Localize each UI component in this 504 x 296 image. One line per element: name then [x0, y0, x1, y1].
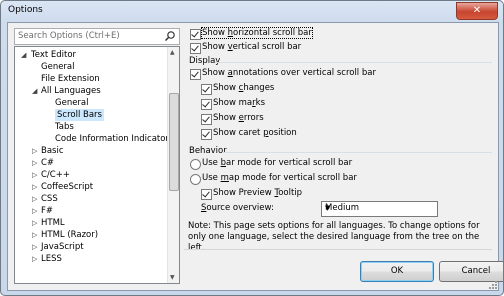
tree-item-coffeescript[interactable]: CoffeeScript — [41, 181, 93, 193]
tree-item-csharp[interactable]: C# — [41, 157, 54, 169]
footer-divider — [184, 249, 492, 250]
map-mode-radio[interactable] — [190, 174, 201, 185]
display-group-label: Display — [189, 56, 221, 66]
expand-arrow-icon[interactable]: ▷ — [32, 231, 37, 239]
tree-item-html-razor[interactable]: HTML (Razor) — [41, 229, 98, 241]
scroll-up-icon[interactable]: ▲ — [170, 49, 175, 56]
tree-item-general-2[interactable]: General — [55, 97, 89, 109]
expand-arrow-icon[interactable]: ▷ — [32, 183, 37, 191]
show-caret-position-checkbox[interactable] — [201, 129, 212, 140]
tree-item-general[interactable]: General — [41, 61, 75, 73]
expand-arrow-icon[interactable]: ▷ — [32, 207, 37, 215]
show-errors-checkbox[interactable] — [201, 114, 212, 125]
dropdown-arrow-icon[interactable]: ▼ — [325, 204, 434, 212]
behavior-group-label: Behavior — [189, 146, 227, 156]
dialog-body: Search Options (Ctrl+E) ◢ Text Editor Ge… — [7, 22, 503, 291]
tree-item-code-information-indicators[interactable]: Code Information Indicators — [55, 133, 173, 145]
show-annotations-label[interactable]: Show annotations over vertical scroll ba… — [202, 68, 376, 78]
close-icon: ✕ — [472, 5, 482, 16]
search-placeholder: Search Options (Ctrl+E) — [18, 31, 120, 41]
title-bar[interactable]: Options ✕ — [1, 1, 503, 21]
bar-mode-label[interactable]: Use bar mode for vertical scroll bar — [202, 158, 352, 168]
behavior-group-divider — [222, 152, 492, 153]
scroll-thumb[interactable] — [169, 93, 179, 191]
tree-item-file-extension[interactable]: File Extension — [41, 73, 100, 85]
expand-arrow-icon[interactable]: ◢ — [21, 51, 26, 59]
show-changes-label[interactable]: Show changes — [213, 83, 274, 93]
expand-arrow-icon[interactable]: ▷ — [32, 147, 37, 155]
source-overview-label: Source overview: — [201, 203, 274, 213]
expand-arrow-icon[interactable]: ▷ — [32, 243, 37, 251]
tree-item-cpp[interactable]: C/C++ — [41, 169, 70, 181]
show-preview-tooltip-checkbox[interactable] — [201, 189, 212, 200]
source-overview-select[interactable]: Medium ▼ — [321, 201, 438, 217]
scroll-down-icon[interactable]: ▼ — [170, 274, 175, 281]
options-tree[interactable]: ◢ Text Editor General File Extension ◢ A… — [14, 46, 180, 284]
tree-item-html[interactable]: HTML — [41, 217, 65, 229]
show-marks-checkbox[interactable] — [201, 99, 212, 110]
window-title: Options — [8, 5, 43, 15]
map-mode-label[interactable]: Use map mode for vertical scroll bar — [202, 173, 357, 183]
show-preview-tooltip-label[interactable]: Show Preview Tooltip — [213, 188, 302, 198]
show-vertical-scroll-bar-label[interactable]: Show vertical scroll bar — [202, 42, 301, 52]
show-horizontal-scroll-bar-checkbox[interactable] — [190, 29, 201, 40]
options-window: Options ✕ Search Options (Ctrl+E) ◢ Text… — [0, 0, 504, 296]
tree-item-css[interactable]: CSS — [41, 193, 58, 205]
show-marks-label[interactable]: Show marks — [213, 98, 265, 108]
expand-arrow-icon[interactable]: ▷ — [32, 219, 37, 227]
tree-item-less[interactable]: LESS — [41, 253, 62, 265]
tree-item-scroll-bars[interactable]: Scroll Bars — [55, 109, 104, 121]
expand-arrow-icon[interactable]: ▷ — [32, 171, 37, 179]
tree-item-fsharp[interactable]: F# — [41, 205, 53, 217]
tree-scrollbar[interactable]: ▲ ▼ — [167, 47, 179, 283]
search-icon[interactable] — [164, 30, 176, 42]
expand-arrow-icon[interactable]: ▷ — [32, 255, 37, 263]
close-button[interactable]: ✕ — [456, 2, 498, 20]
show-vertical-scroll-bar-checkbox[interactable] — [190, 43, 201, 54]
tree-item-all-languages[interactable]: All Languages — [41, 85, 101, 97]
tree-item-tabs[interactable]: Tabs — [55, 121, 74, 133]
tree-item-text-editor[interactable]: Text Editor — [31, 49, 76, 61]
show-caret-position-label[interactable]: Show caret position — [213, 128, 297, 138]
resize-grip-icon[interactable] — [488, 280, 498, 290]
search-options-input[interactable]: Search Options (Ctrl+E) — [14, 28, 180, 45]
show-changes-checkbox[interactable] — [201, 84, 212, 95]
expand-arrow-icon[interactable]: ▷ — [32, 159, 37, 167]
tree-item-basic[interactable]: Basic — [41, 145, 64, 157]
show-errors-label[interactable]: Show errors — [213, 113, 264, 123]
ok-button[interactable]: OK — [360, 261, 434, 282]
expand-arrow-icon[interactable]: ◢ — [32, 87, 37, 95]
expand-arrow-icon[interactable]: ▷ — [32, 195, 37, 203]
cancel-button[interactable]: Cancel — [439, 261, 503, 282]
show-horizontal-scroll-bar-label[interactable]: Show horizontal scroll bar — [201, 27, 313, 39]
display-group-divider — [215, 62, 492, 63]
tree-item-javascript[interactable]: JavaScript — [41, 241, 84, 253]
bar-mode-radio[interactable] — [190, 159, 201, 170]
show-annotations-checkbox[interactable] — [190, 69, 201, 80]
